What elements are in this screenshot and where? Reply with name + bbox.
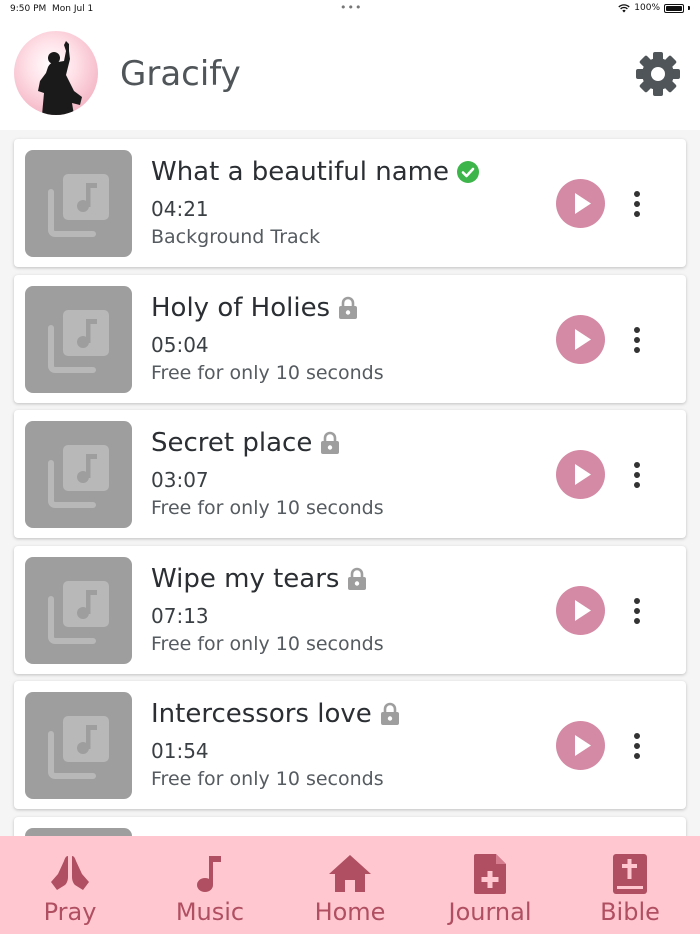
lock-icon (321, 431, 340, 454)
song-title-row: What a beautiful name (151, 157, 479, 187)
nav-label-journal: Journal (448, 898, 532, 926)
song-subtitle: Free for only 10 seconds (151, 633, 384, 655)
more-vertical-icon (634, 327, 640, 353)
lock-icon (348, 567, 367, 590)
lock-icon (339, 296, 358, 319)
song-title-row: Intercessors love (151, 699, 400, 729)
song-subtitle: Free for only 10 seconds (151, 362, 384, 384)
song-card[interactable]: Intercessors love 01:54 Free for only 10… (14, 681, 686, 809)
nav-item-home[interactable]: Home (280, 836, 420, 934)
nav-item-music[interactable]: Music (140, 836, 280, 934)
more-options-button[interactable] (626, 731, 648, 761)
settings-button[interactable] (634, 50, 682, 98)
nav-label-bible: Bible (600, 898, 660, 926)
song-duration: 01:54 (151, 739, 209, 763)
album-thumbnail (25, 421, 132, 528)
music-library-icon (48, 581, 109, 644)
more-options-button[interactable] (626, 596, 648, 626)
play-button[interactable] (556, 315, 605, 364)
album-thumbnail (25, 286, 132, 393)
more-vertical-icon (634, 598, 640, 624)
song-card[interactable]: Holy of Holies 05:04 Free for only 10 se… (14, 275, 686, 403)
nav-label-pray: Pray (43, 898, 97, 926)
wifi-icon (618, 3, 630, 12)
song-card[interactable]: Wipe my tears 07:13 Free for only 10 sec… (14, 546, 686, 674)
worshipper-silhouette-icon (38, 41, 82, 115)
lock-icon (380, 702, 399, 725)
nav-label-music: Music (175, 898, 245, 926)
song-title-row: Holy of Holies (151, 293, 358, 323)
play-icon (575, 600, 591, 621)
song-title: Holy of Holies (151, 293, 331, 323)
bottom-nav: Pray Music Home Journal Bible (0, 836, 700, 934)
bible-icon (613, 854, 647, 894)
status-bar: 9:50 PM Mon Jul 1 ••• 100% (0, 0, 700, 18)
music-library-icon (48, 445, 109, 508)
song-duration: 07:13 (151, 604, 209, 628)
nav-item-bible[interactable]: Bible (560, 836, 700, 934)
album-thumbnail (25, 150, 132, 257)
play-icon (575, 193, 591, 214)
album-thumbnail (25, 557, 132, 664)
music-library-icon (48, 174, 109, 237)
battery-percent: 100% (634, 3, 660, 13)
nav-item-pray[interactable]: Pray (0, 836, 140, 934)
play-icon (575, 464, 591, 485)
play-button[interactable] (556, 721, 605, 770)
app-header: Gracify (0, 18, 700, 130)
status-time: 9:50 PM (10, 4, 47, 14)
song-title: Intercessors love (151, 699, 372, 729)
nav-item-journal[interactable]: Journal (420, 836, 560, 934)
song-duration: 04:21 (151, 197, 209, 221)
album-thumbnail (25, 692, 132, 799)
battery-tip (688, 6, 690, 10)
battery-icon (664, 3, 684, 13)
nav-label-home: Home (314, 898, 386, 926)
more-options-button[interactable] (626, 460, 648, 490)
more-options-button[interactable] (626, 189, 648, 219)
song-duration: 03:07 (151, 468, 209, 492)
music-library-icon (48, 310, 109, 373)
song-subtitle: Free for only 10 seconds (151, 768, 384, 790)
song-title: Wipe my tears (151, 564, 340, 594)
more-vertical-icon (634, 733, 640, 759)
album-thumbnail (25, 828, 132, 836)
play-button[interactable] (556, 586, 605, 635)
song-subtitle: Background Track (151, 226, 321, 248)
check-icon (456, 161, 479, 183)
song-duration: 05:04 (151, 333, 209, 357)
journal-icon (474, 854, 506, 894)
song-title-row: Wipe my tears (151, 564, 367, 594)
app-title: Gracify (120, 54, 241, 94)
more-vertical-icon (634, 191, 640, 217)
avatar[interactable] (14, 31, 98, 115)
praying-hands-icon (51, 856, 89, 890)
gear-icon (636, 52, 680, 96)
music-note-icon (197, 856, 221, 892)
play-button[interactable] (556, 179, 605, 228)
more-options-button[interactable] (626, 325, 648, 355)
play-button[interactable] (556, 450, 605, 499)
more-vertical-icon (634, 462, 640, 488)
song-title: What a beautiful name (151, 157, 449, 187)
home-icon (329, 855, 371, 892)
song-card[interactable]: What a beautiful name 04:21 Background T… (14, 139, 686, 267)
music-library-icon (48, 716, 109, 779)
song-card-partial[interactable] (14, 817, 686, 836)
status-right: 100% (618, 3, 690, 13)
play-icon (575, 329, 591, 350)
song-list[interactable]: What a beautiful name 04:21 Background T… (0, 130, 700, 836)
play-icon (575, 735, 591, 756)
multitasking-dots: ••• (340, 1, 363, 14)
status-date: Mon Jul 1 (52, 4, 94, 14)
song-subtitle: Free for only 10 seconds (151, 497, 384, 519)
song-card[interactable]: Secret place 03:07 Free for only 10 seco… (14, 410, 686, 538)
song-title-row: Secret place (151, 428, 340, 458)
song-title: Secret place (151, 428, 313, 458)
